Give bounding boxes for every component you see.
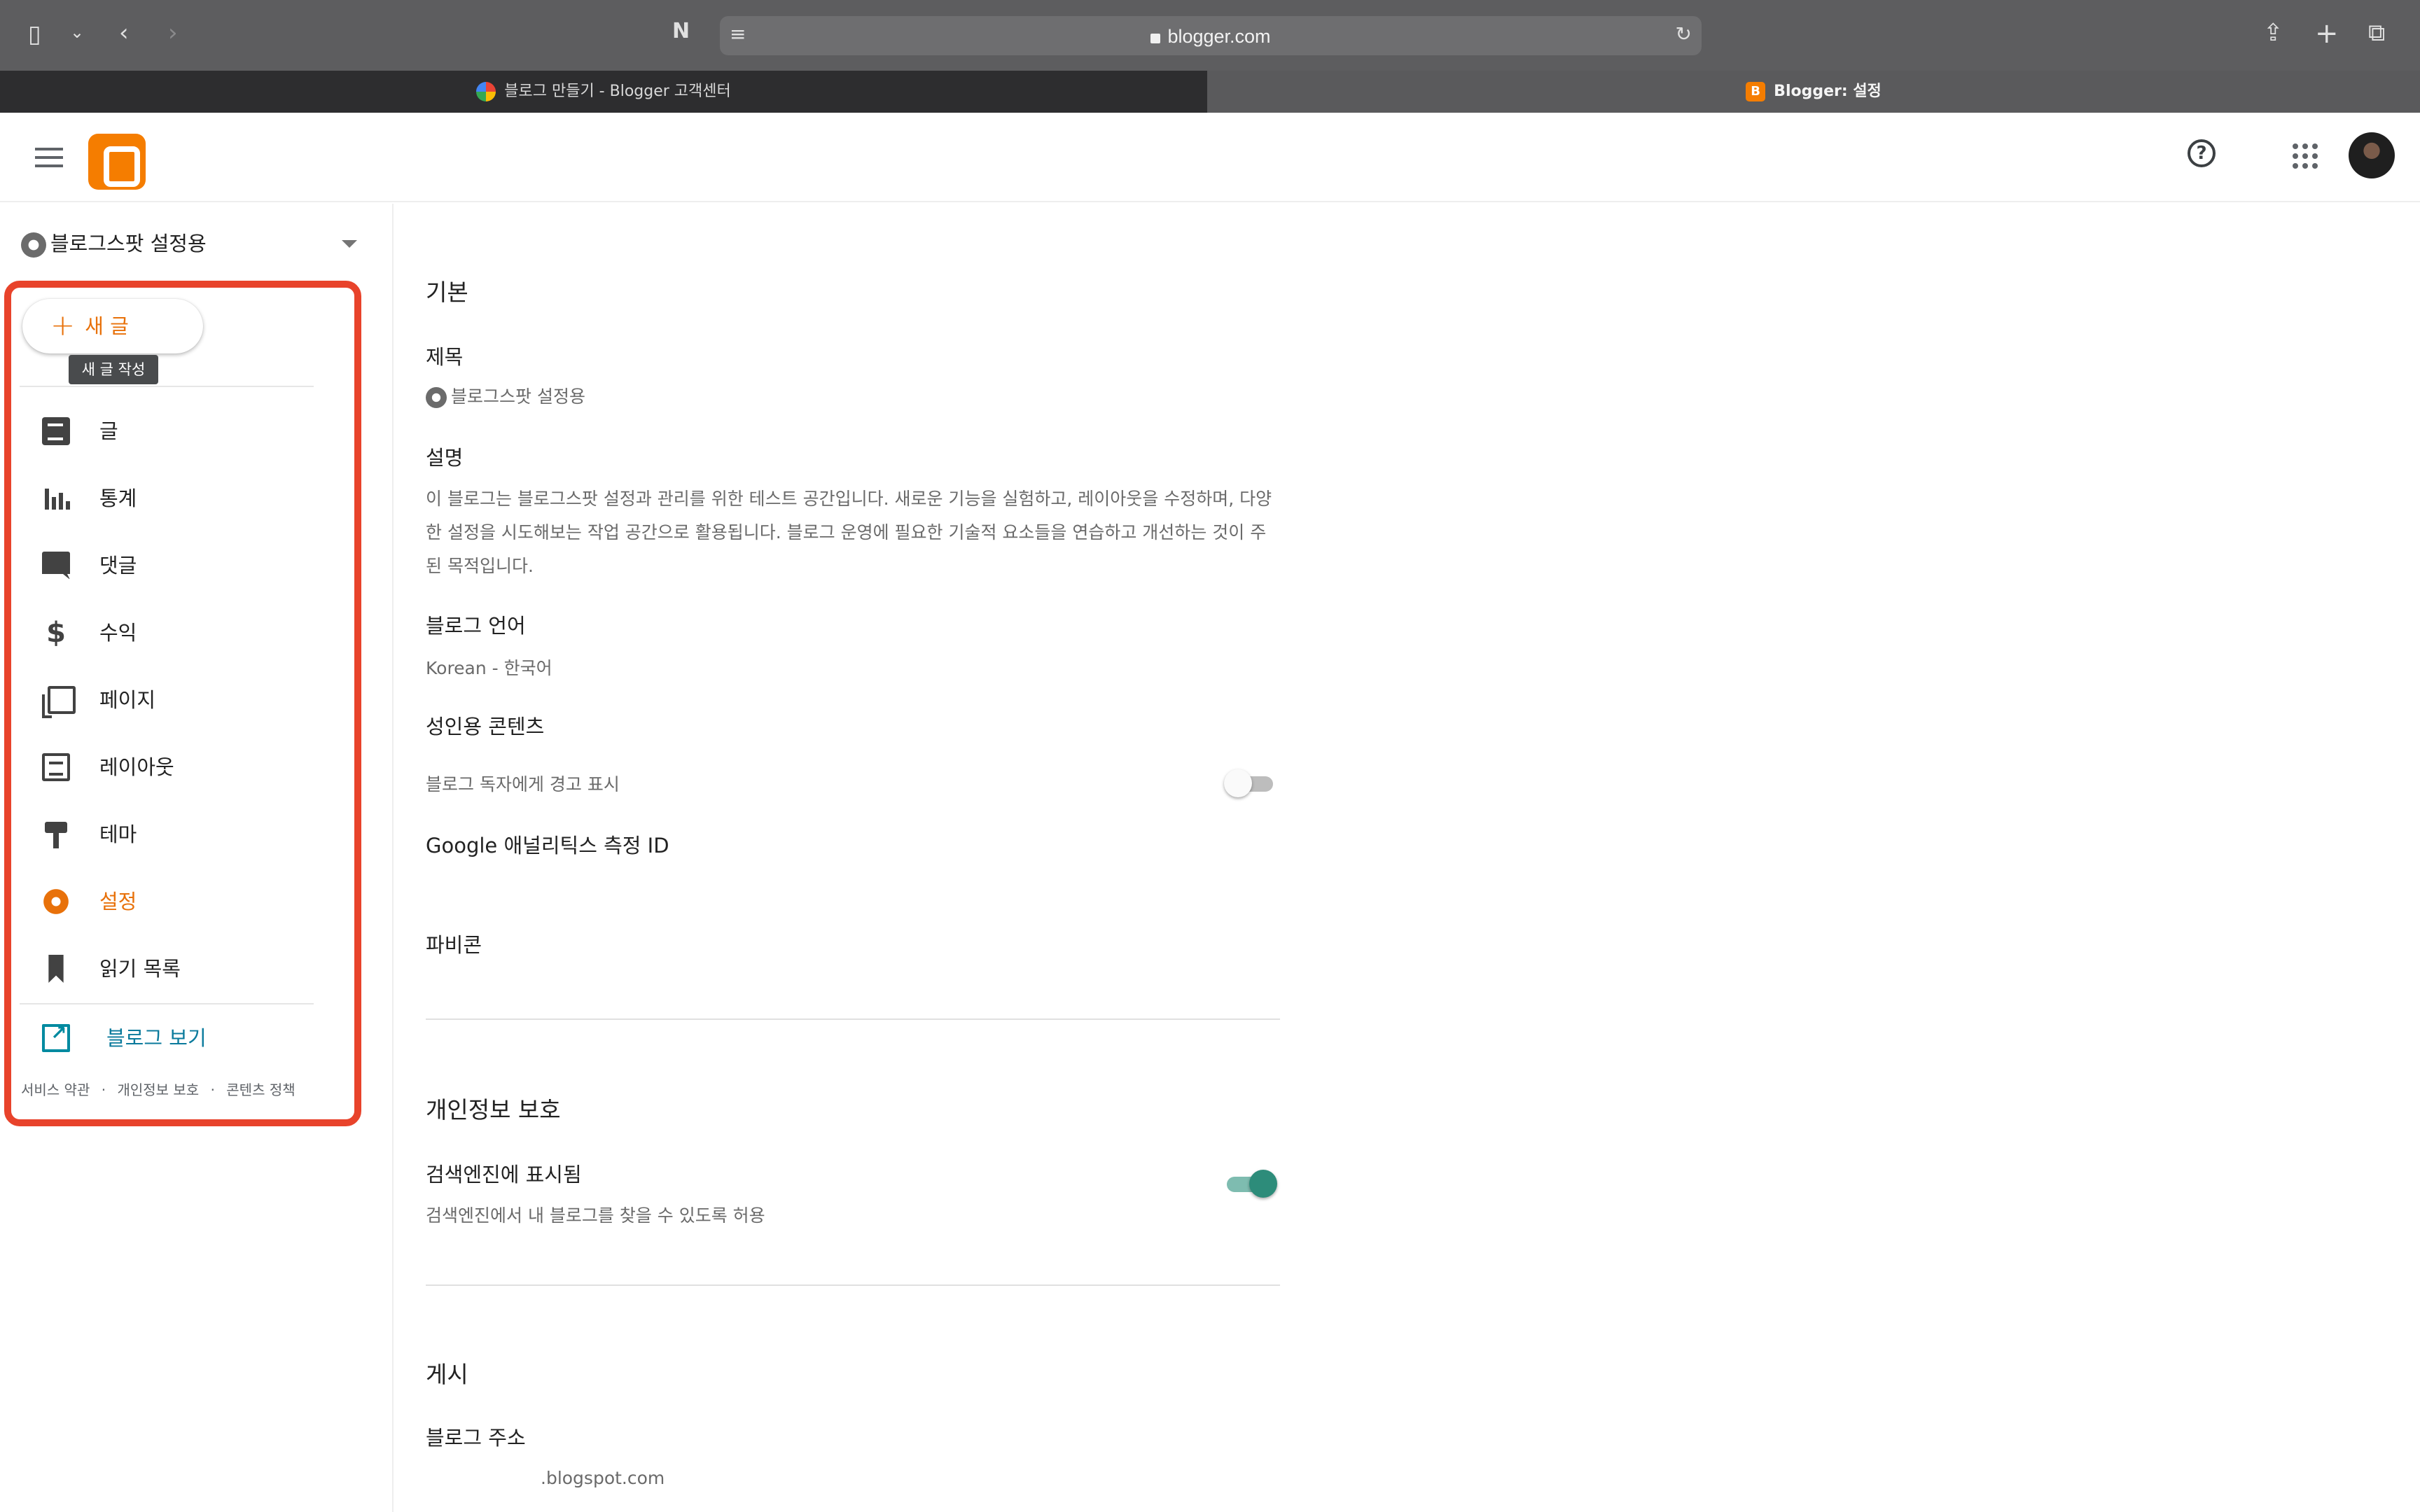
new-tab-icon[interactable]: +: [2315, 20, 2339, 48]
favicon-label[interactable]: 파비콘: [426, 929, 482, 958]
footer-separator: ·: [101, 1082, 106, 1098]
search-visible-desc: 검색엔진에서 내 블로그를 찾을 수 있도록 허용: [426, 1205, 765, 1226]
sidebar-item-settings[interactable]: 설정: [42, 881, 322, 923]
google-apps-icon[interactable]: [2293, 144, 2318, 169]
tab-bar: 블로그 만들기 - Blogger 고객센터 B Blogger: 설정: [0, 71, 2420, 113]
gear-icon: [42, 888, 70, 916]
search-visible-label: 검색엔진에 표시됨: [426, 1163, 582, 1186]
new-post-tooltip: 새 글 작성: [69, 355, 158, 384]
section-title-privacy: 개인정보 보호: [426, 1096, 561, 1124]
blogger-icon: B: [1746, 82, 1766, 102]
share-icon[interactable]: ⇪: [2263, 21, 2283, 45]
new-post-button[interactable]: + 새 글: [22, 299, 203, 354]
adult-warning-toggle[interactable]: [1224, 769, 1277, 797]
lock-icon: [1150, 34, 1161, 43]
tab-blogger-help[interactable]: 블로그 만들기 - Blogger 고객센터: [0, 71, 1207, 113]
title-value[interactable]: 블로그스팟 설정용: [426, 383, 585, 408]
privacy-link[interactable]: 개인정보 보호: [117, 1082, 199, 1098]
tab-overview-icon[interactable]: ⧉: [2368, 21, 2385, 45]
sidebar-item-reading-list[interactable]: 읽기 목록: [42, 948, 322, 990]
search-visible-toggle[interactable]: [1224, 1170, 1277, 1198]
bookmark-icon: [48, 955, 64, 983]
language-label: 블로그 언어: [426, 614, 526, 638]
blog-address-value[interactable]: .blogspot.com: [541, 1468, 665, 1488]
language-value[interactable]: Korean - 한국어: [426, 654, 552, 680]
sidebar-item-stats[interactable]: 통계: [42, 477, 322, 519]
browser-toolbar: ▯ ⌄ ‹ › N ≡ blogger.com ↻ ⇪ + ⧉: [0, 0, 2420, 71]
help-icon[interactable]: ?: [2188, 139, 2216, 167]
content-policy-link[interactable]: 콘텐츠 정책: [226, 1082, 295, 1098]
blog-address-label: 블로그 주소: [426, 1426, 526, 1450]
sidebar-item-comments[interactable]: 댓글: [42, 545, 322, 587]
plus-icon: +: [50, 308, 76, 342]
terms-link[interactable]: 서비스 약관: [21, 1082, 90, 1098]
section-title-publishing: 게시: [426, 1361, 468, 1388]
menu-icon[interactable]: [35, 148, 63, 167]
earnings-icon: $: [46, 617, 66, 649]
app-header: ?: [0, 113, 2420, 202]
sidebar-item-pages[interactable]: 페이지: [42, 679, 322, 721]
divider: [20, 386, 314, 387]
chevron-down-icon[interactable]: ⌄: [70, 24, 84, 41]
blogger-logo[interactable]: [88, 134, 146, 190]
description-value[interactable]: 이 블로그는 블로그스팟 설정과 관리를 위한 테스트 공간입니다. 새로운 기…: [426, 482, 1280, 583]
dropdown-arrow-icon[interactable]: [342, 240, 357, 248]
adult-content-label: 성인용 콘텐츠: [426, 715, 545, 738]
sidebar-item-posts[interactable]: 글: [42, 410, 322, 452]
address-text: blogger.com: [720, 26, 1702, 48]
blog-icon: [426, 387, 447, 408]
settings-main: 기본 제목 블로그스팟 설정용 설명 이 블로그는 블로그스팟 설정과 관리를 …: [395, 204, 2420, 1512]
open-in-new-icon: [42, 1021, 70, 1052]
posts-icon: [42, 417, 70, 445]
analytics-id-label[interactable]: Google 애널리틱스 측정 ID: [426, 830, 669, 859]
address-bar[interactable]: ≡ blogger.com ↻: [720, 16, 1702, 55]
sidebar-toggle-icon[interactable]: ▯: [28, 22, 41, 46]
theme-icon: [42, 820, 70, 848]
blog-icon: [21, 232, 46, 258]
google-icon: [476, 82, 496, 102]
view-blog-link[interactable]: 블로그 보기: [42, 1017, 322, 1059]
blog-selector[interactable]: 블로그스팟 설정용: [21, 226, 357, 261]
stats-icon: [42, 484, 70, 512]
sidebar-item-layout[interactable]: 레이아웃: [42, 746, 322, 788]
adult-warning-label: 블로그 독자에게 경고 표시: [426, 774, 620, 794]
description-label: 설명: [426, 446, 464, 470]
notion-extension-icon[interactable]: N: [672, 21, 690, 42]
sidebar: 블로그스팟 설정용 + 새 글 새 글 작성 글 통계 댓글 $ 수익 페이지 레…: [0, 204, 394, 1512]
sidebar-item-theme[interactable]: 테마: [42, 813, 322, 855]
comments-icon: [42, 552, 70, 580]
section-divider: [426, 1018, 1280, 1020]
pages-icon: [42, 686, 76, 718]
footer-links: 서비스 약관 · 개인정보 보호 · 콘텐츠 정책: [21, 1079, 302, 1099]
sidebar-item-earnings[interactable]: $ 수익: [42, 612, 322, 654]
footer-separator: ·: [210, 1082, 215, 1098]
section-title-basic: 기본: [426, 279, 468, 306]
title-label: 제목: [426, 345, 464, 369]
divider: [20, 1003, 314, 1004]
section-divider: [426, 1284, 1280, 1286]
layout-icon: [42, 753, 70, 781]
account-avatar[interactable]: [2349, 132, 2395, 178]
back-icon[interactable]: ‹: [119, 21, 129, 45]
tab-blogger-settings[interactable]: B Blogger: 설정: [1207, 71, 2420, 113]
forward-icon[interactable]: ›: [168, 21, 178, 45]
reload-icon[interactable]: ↻: [1676, 24, 1692, 44]
